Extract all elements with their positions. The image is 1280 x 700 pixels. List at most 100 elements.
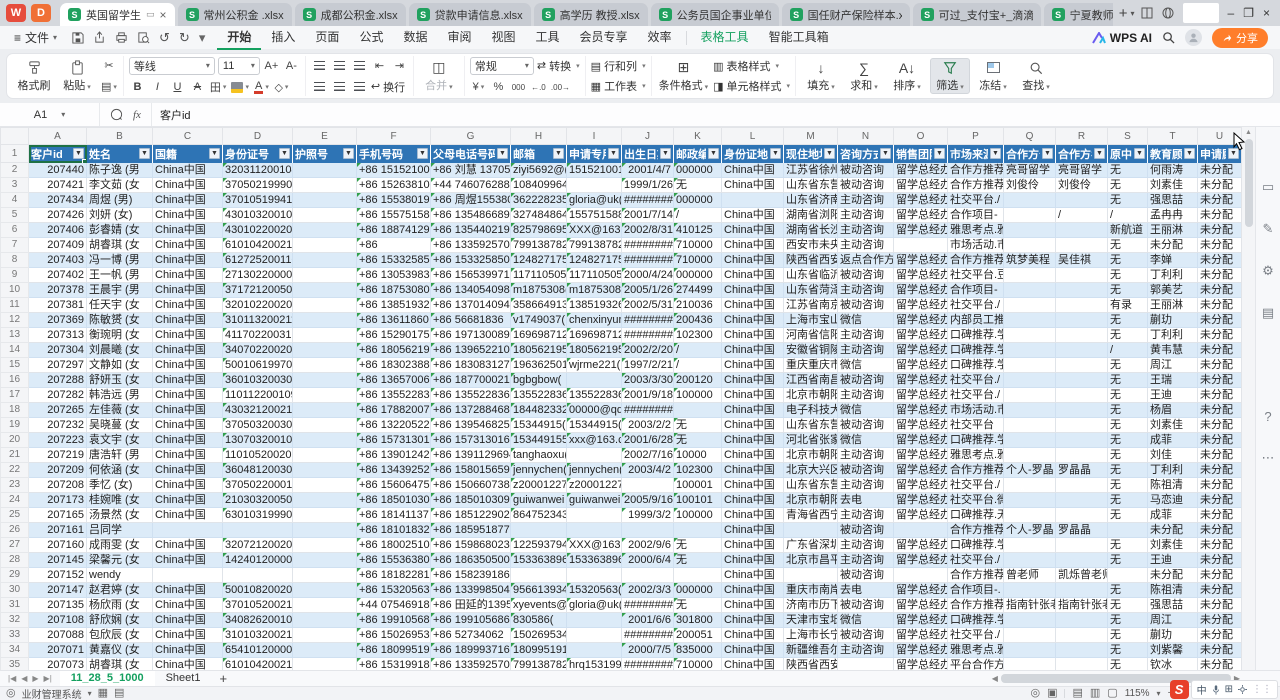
cell[interactable]: 310113200211152925: [223, 312, 293, 327]
cell[interactable]: 曾老师: [1004, 567, 1056, 582]
cell[interactable]: China中国: [153, 417, 223, 432]
cell[interactable]: 新疆维吾尔: [784, 642, 838, 657]
cell[interactable]: 799138782: [567, 237, 622, 252]
cell[interactable]: 362228235: [511, 192, 567, 207]
cell[interactable]: 2000/4/24: [622, 267, 674, 282]
align-left-button[interactable]: [311, 78, 328, 95]
cell[interactable]: China中国: [153, 552, 223, 567]
cell[interactable]: 合作方推荐: [948, 252, 1004, 267]
cell[interactable]: 被动咨询: [838, 462, 894, 477]
row-header[interactable]: 19: [1, 417, 29, 432]
row-header[interactable]: 14: [1, 342, 29, 357]
cell[interactable]: 李婵: [1148, 252, 1198, 267]
cell[interactable]: 主动咨询: [838, 192, 894, 207]
table-style-button[interactable]: ▥表格样式: [713, 58, 790, 74]
cell[interactable]: ########: [622, 192, 674, 207]
cell[interactable]: China中国: [722, 612, 784, 627]
scroll-up-icon[interactable]: ▲: [1245, 129, 1252, 136]
cell[interactable]: 主动咨询: [838, 342, 894, 357]
cell[interactable]: +86 1580156591: [431, 462, 511, 477]
cell[interactable]: 未分配: [1198, 432, 1242, 447]
cell[interactable]: 上海市长宁: [784, 627, 838, 642]
cell[interactable]: 汤景然 (女: [87, 507, 153, 522]
font-family-select[interactable]: 等线▾: [129, 57, 215, 75]
row-header[interactable]: 8: [1, 252, 29, 267]
cell[interactable]: [293, 447, 357, 462]
ime-grip-icon[interactable]: ⋮⋮: [1252, 684, 1272, 695]
header-cell[interactable]: 申请专用▼: [567, 145, 622, 163]
cell[interactable]: /: [674, 207, 722, 222]
cell[interactable]: z20001227(: [511, 477, 567, 492]
cell[interactable]: 835000: [674, 642, 722, 657]
currency-button[interactable]: ¥: [470, 79, 487, 96]
cell[interactable]: 雅思考点.雅: [948, 447, 1004, 462]
cell[interactable]: 周江: [1148, 357, 1198, 372]
header-cell[interactable]: 姓名▼: [87, 145, 153, 163]
cell[interactable]: 被动咨询: [838, 163, 894, 178]
cell[interactable]: 梁馨元 (女: [87, 552, 153, 567]
cell[interactable]: 去电: [838, 582, 894, 597]
cell[interactable]: 207088: [29, 627, 87, 642]
cell[interactable]: 冯一博 (男: [87, 252, 153, 267]
cell[interactable]: 刘俊伶: [1004, 177, 1056, 192]
cell[interactable]: 117110505: [567, 267, 622, 282]
cell[interactable]: +86 15536380: [357, 552, 431, 567]
cell[interactable]: 市场活动.市: [948, 402, 1004, 417]
cell[interactable]: 未分配: [1198, 387, 1242, 402]
cell[interactable]: 韩浩远 (男: [87, 387, 153, 402]
cell[interactable]: 210303200509160922: [223, 492, 293, 507]
cell[interactable]: 杨眉: [1148, 402, 1198, 417]
cell[interactable]: +86 1850103098: [431, 492, 511, 507]
status-grid-icon[interactable]: ▦: [98, 688, 108, 699]
eye-protection-icon[interactable]: ◎: [1030, 688, 1040, 699]
row-header[interactable]: 10: [1, 282, 29, 297]
cell[interactable]: China中国: [722, 357, 784, 372]
cell[interactable]: ########: [622, 627, 674, 642]
cell[interactable]: [1004, 507, 1056, 522]
cell[interactable]: China中国: [722, 297, 784, 312]
cell[interactable]: +86 1396522100: [431, 342, 511, 357]
menu-item-视图[interactable]: 视图: [481, 26, 525, 50]
cell[interactable]: 无: [1108, 252, 1148, 267]
cell[interactable]: 15320563(: [567, 582, 622, 597]
row-header[interactable]: 16: [1, 372, 29, 387]
cell[interactable]: China中国: [153, 267, 223, 282]
cell[interactable]: [293, 222, 357, 237]
row-header[interactable]: 32: [1, 612, 29, 627]
cell[interactable]: 无: [1108, 387, 1148, 402]
cell[interactable]: [622, 567, 674, 582]
cell[interactable]: +86 13851932: [357, 297, 431, 312]
cell[interactable]: China中国: [153, 297, 223, 312]
cell[interactable]: 430103200107142529: [223, 207, 293, 222]
document-tab[interactable]: S英国留学生▭×: [60, 3, 175, 26]
cell[interactable]: China中国: [153, 402, 223, 417]
cell[interactable]: 无: [674, 552, 722, 567]
cell[interactable]: +86 15026953: [357, 627, 431, 642]
cell[interactable]: 2002/8/31: [622, 222, 674, 237]
cell[interactable]: 成菲: [1148, 507, 1198, 522]
cell[interactable]: [293, 462, 357, 477]
cell[interactable]: 153363896: [567, 552, 622, 567]
cell[interactable]: 被动咨询: [838, 567, 894, 582]
row-header[interactable]: 27: [1, 537, 29, 552]
cell[interactable]: 无: [1108, 282, 1148, 297]
cell[interactable]: v1749037(: [511, 312, 567, 327]
cell[interactable]: China中国: [153, 447, 223, 462]
header-cell[interactable]: 现住地址▼: [784, 145, 838, 163]
cell[interactable]: 留学总经办: [894, 177, 948, 192]
cell[interactable]: [622, 477, 674, 492]
cell[interactable]: [1004, 537, 1056, 552]
print-preview-icon[interactable]: [137, 31, 150, 44]
cell[interactable]: 110105200207165451: [223, 447, 293, 462]
cell[interactable]: 000000: [674, 267, 722, 282]
row-header[interactable]: 35: [1, 657, 29, 670]
cell[interactable]: 袁文宇 (女: [87, 432, 153, 447]
cell[interactable]: 吕同学: [87, 522, 153, 537]
menu-item-开始[interactable]: 开始: [217, 26, 261, 50]
insert-function-button[interactable]: fx: [133, 109, 141, 121]
cell[interactable]: 广东省深圳: [784, 537, 838, 552]
cell[interactable]: 207165: [29, 507, 87, 522]
header-cell[interactable]: 合作方名▼: [1056, 145, 1108, 163]
cell[interactable]: 指南针张老: [1056, 597, 1108, 612]
cell[interactable]: 亮哥留学: [1004, 163, 1056, 178]
